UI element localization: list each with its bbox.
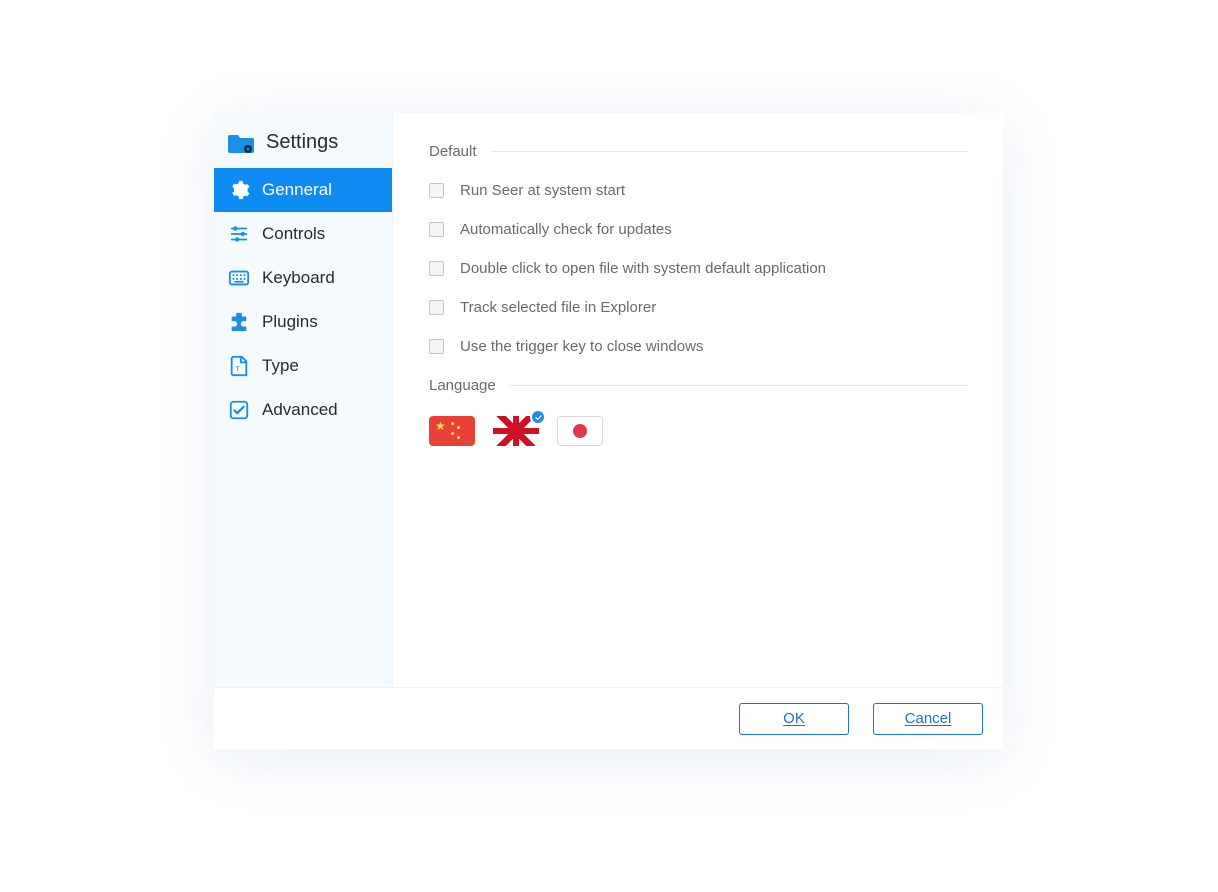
sidebar-item-plugins[interactable]: Plugins <box>214 300 392 344</box>
plugin-icon <box>228 311 250 333</box>
divider <box>491 151 967 152</box>
language-chinese[interactable] <box>429 416 475 446</box>
advanced-icon <box>228 399 250 421</box>
dialog-footer: OK Cancel <box>214 687 1003 749</box>
sidebar-item-type[interactable]: T Type <box>214 344 392 388</box>
option-label: Automatically check for updates <box>460 221 672 238</box>
settings-dialog: Settings Genneral <box>214 113 1003 749</box>
option-check-updates[interactable]: Automatically check for updates <box>429 221 967 238</box>
sidebar-item-label: Controls <box>262 224 325 244</box>
option-run-at-start[interactable]: Run Seer at system start <box>429 182 967 199</box>
sidebar-item-label: Keyboard <box>262 268 335 288</box>
section-default-header: Default <box>429 143 967 160</box>
sidebar-item-label: Genneral <box>262 180 332 200</box>
checkbox[interactable] <box>429 300 444 315</box>
divider <box>510 385 967 386</box>
option-label: Use the trigger key to close windows <box>460 338 703 355</box>
sidebar-item-general[interactable]: Genneral <box>214 168 392 212</box>
keyboard-icon <box>228 267 250 289</box>
language-english[interactable] <box>493 416 539 446</box>
section-language-header: Language <box>429 377 967 394</box>
sidebar-item-keyboard[interactable]: Keyboard <box>214 256 392 300</box>
sidebar-item-label: Plugins <box>262 312 318 332</box>
app-folder-icon <box>228 132 254 154</box>
checkbox[interactable] <box>429 261 444 276</box>
sidebar: Settings Genneral <box>214 113 393 687</box>
option-label: Run Seer at system start <box>460 182 625 199</box>
sliders-icon <box>228 223 250 245</box>
settings-title: Settings <box>266 131 338 154</box>
sidebar-item-label: Type <box>262 356 299 376</box>
language-japanese[interactable] <box>557 416 603 446</box>
gear-icon <box>228 179 250 201</box>
option-label: Double click to open file with system de… <box>460 260 826 277</box>
cancel-button[interactable]: Cancel <box>873 703 983 735</box>
option-track-in-explorer[interactable]: Track selected file in Explorer <box>429 299 967 316</box>
sidebar-item-controls[interactable]: Controls <box>214 212 392 256</box>
checkbox[interactable] <box>429 222 444 237</box>
option-trigger-key-close[interactable]: Use the trigger key to close windows <box>429 338 967 355</box>
sidebar-item-label: Advanced <box>262 400 338 420</box>
content-pane: Default Run Seer at system start Automat… <box>393 113 1003 687</box>
sidebar-item-advanced[interactable]: Advanced <box>214 388 392 432</box>
option-double-click-open[interactable]: Double click to open file with system de… <box>429 260 967 277</box>
svg-text:T: T <box>235 365 240 374</box>
ok-button[interactable]: OK <box>739 703 849 735</box>
selected-check-icon <box>530 409 546 425</box>
section-default-title: Default <box>429 143 477 160</box>
file-type-icon: T <box>228 355 250 377</box>
option-label: Track selected file in Explorer <box>460 299 656 316</box>
section-language-title: Language <box>429 377 496 394</box>
settings-title-row: Settings <box>214 113 392 168</box>
language-options <box>429 416 967 446</box>
checkbox[interactable] <box>429 183 444 198</box>
checkbox[interactable] <box>429 339 444 354</box>
